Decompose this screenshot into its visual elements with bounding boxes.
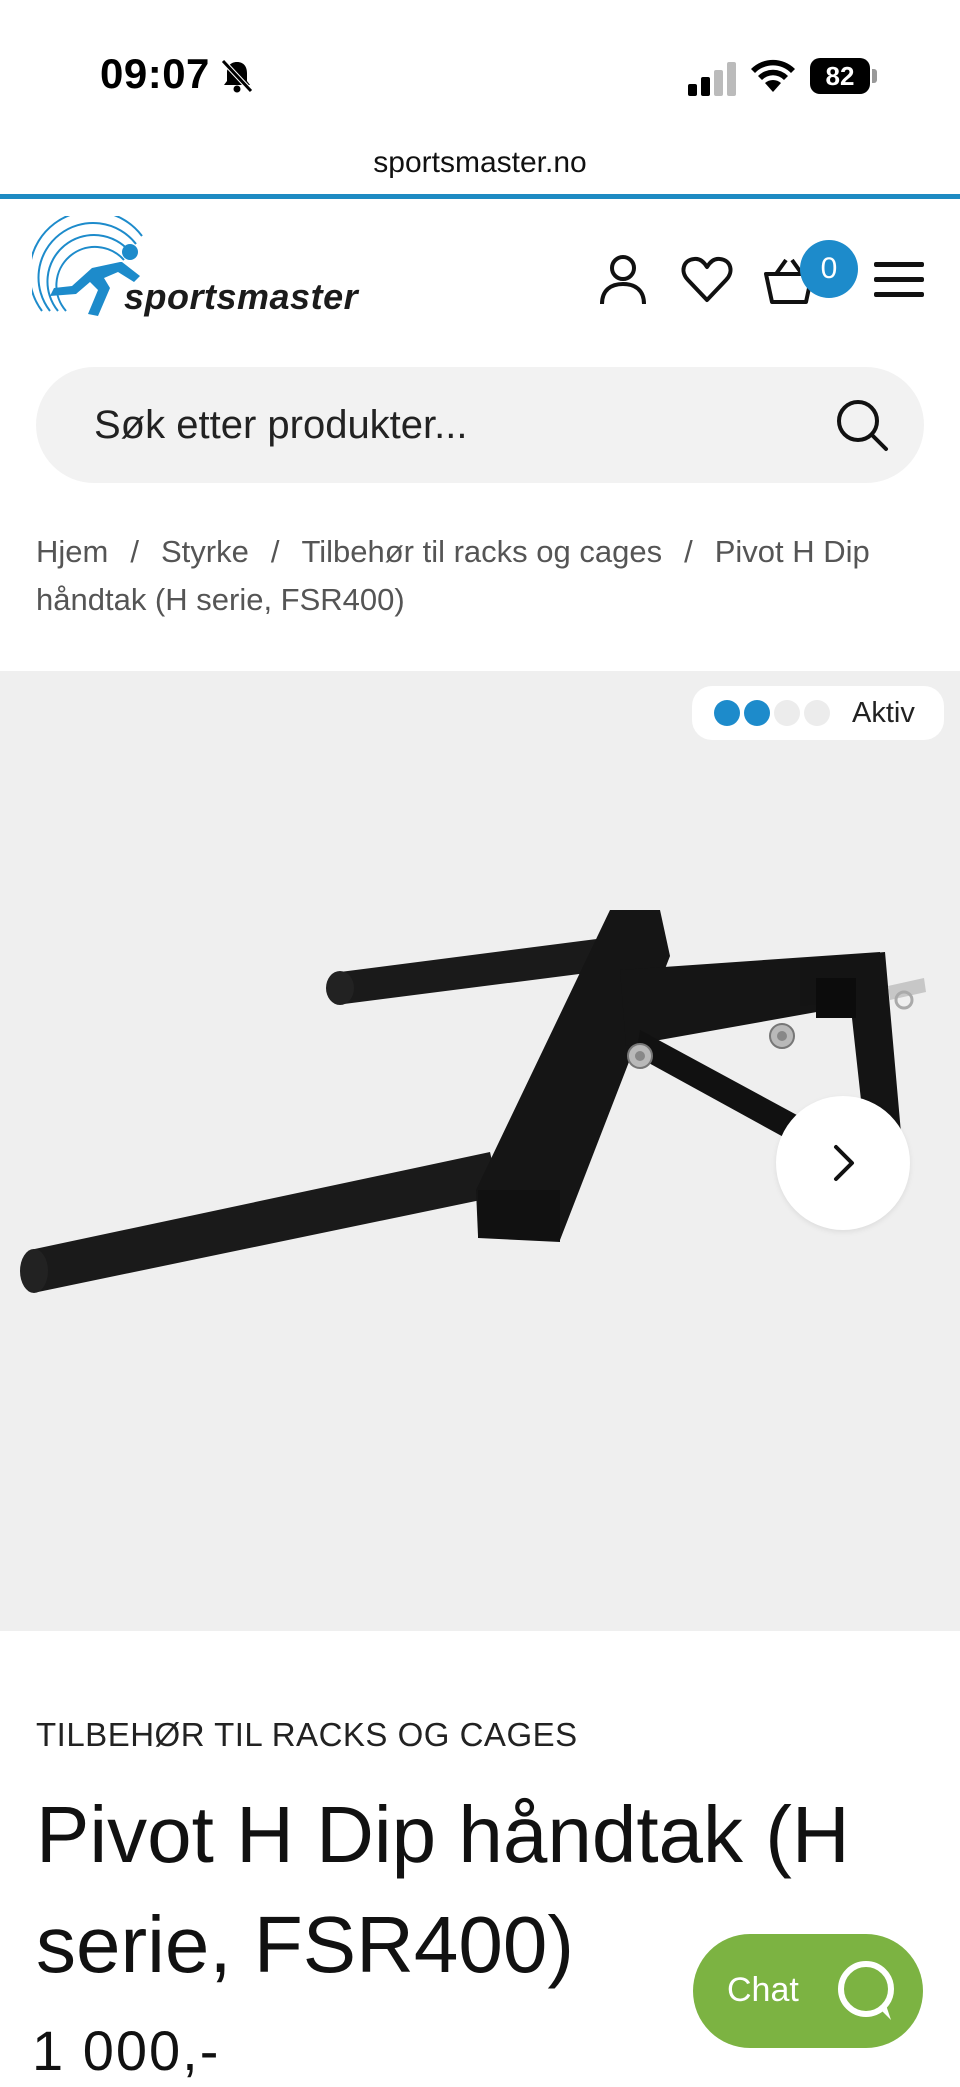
product-category[interactable]: TILBEHØR TIL RACKS OG CAGES <box>36 1716 578 1754</box>
breadcrumb-separator: / <box>684 534 693 569</box>
site-logo[interactable]: sportsmaster <box>32 216 402 328</box>
battery-tip <box>872 69 877 83</box>
status-bar: 09:07 82 sportsmaster.no <box>0 0 960 179</box>
logo-wordmark: sportsmaster <box>124 276 359 317</box>
chat-button[interactable]: Chat <box>693 1934 923 2048</box>
activity-level-badge: Aktiv <box>692 686 944 740</box>
product-photo <box>20 910 926 1293</box>
wifi-icon <box>751 59 795 92</box>
chat-label: Chat <box>727 1971 799 2009</box>
activity-dot-filled <box>744 700 770 726</box>
menu-hamburger-icon[interactable] <box>872 252 926 306</box>
activity-dot-empty <box>774 700 800 726</box>
breadcrumb-separator: / <box>130 534 139 569</box>
activity-dot-filled <box>714 700 740 726</box>
battery-indicator: 82 <box>810 58 878 94</box>
account-icon[interactable] <box>596 252 650 306</box>
product-price: 1 000,- <box>32 2019 221 2082</box>
activity-label: Aktiv <box>852 697 915 729</box>
gallery-next-button[interactable] <box>776 1096 910 1230</box>
status-time: 09:07 <box>100 50 210 97</box>
url-bar[interactable]: sportsmaster.no <box>0 146 960 180</box>
header-accent-line <box>0 194 960 199</box>
breadcrumb-home[interactable]: Hjem <box>36 534 108 569</box>
breadcrumb-category[interactable]: Tilbehør til racks og cages <box>301 534 662 569</box>
breadcrumb: Hjem / Styrke / Tilbehør til racks og cages /… <box>36 528 916 624</box>
search-icon[interactable] <box>834 397 890 453</box>
breadcrumb-styrke[interactable]: Styrke <box>161 534 249 569</box>
bell-muted-icon <box>221 59 253 93</box>
search-placeholder: Søk etter produkter... <box>94 403 468 447</box>
cart-count-badge[interactable]: 0 <box>800 240 858 298</box>
activity-dot-empty <box>804 700 830 726</box>
wishlist-heart-icon[interactable] <box>680 252 734 306</box>
chat-bubble-icon <box>838 1961 894 2020</box>
cellular-signal-icon <box>688 62 736 96</box>
chevron-right-icon <box>834 1145 854 1181</box>
breadcrumb-separator: / <box>270 534 280 569</box>
search-input[interactable]: Søk etter produkter... <box>36 367 924 483</box>
battery-level: 82 <box>810 58 870 94</box>
